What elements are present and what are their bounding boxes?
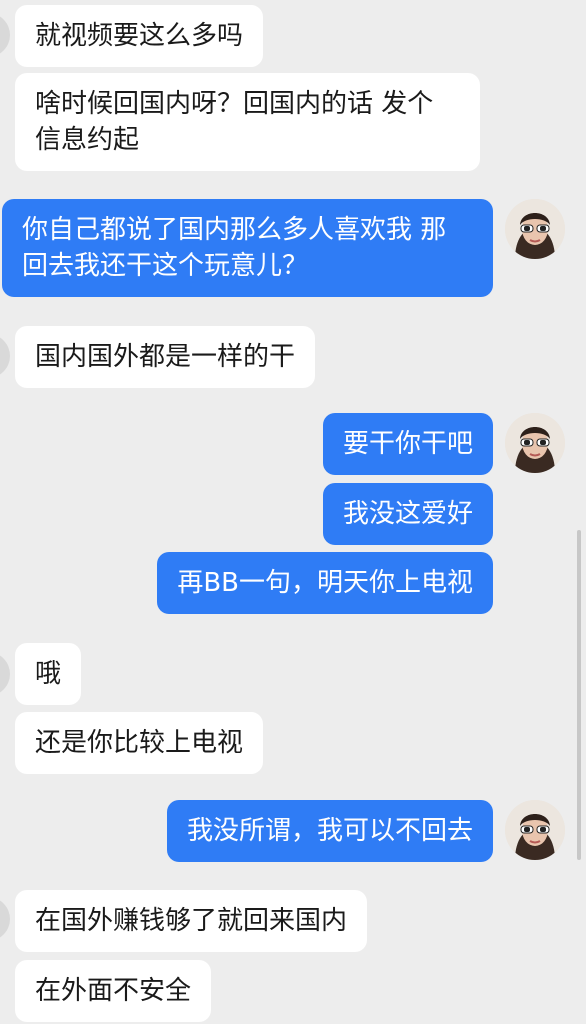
outgoing-message[interactable]: 再BB一句，明天你上电视 [157,552,493,614]
outgoing-message[interactable]: 你自己都说了国内那么多人喜欢我 那 回去我还干这个玩意儿？ [2,199,493,297]
incoming-message[interactable]: 在外面不安全 [15,960,212,1022]
incoming-message[interactable]: 在国外赚钱够了就回来国内 [15,890,368,952]
contact-avatar-icon[interactable] [0,897,10,941]
outgoing-message[interactable]: 我没所谓，我可以不回去 [166,800,493,862]
avatar-image [505,413,565,473]
incoming-message[interactable]: 还是你比较上电视 [15,712,264,774]
avatar-woman-sunglasses-icon[interactable] [505,800,565,860]
avatar-image [505,800,565,860]
outgoing-message[interactable]: 我没这爱好 [322,483,493,545]
contact-avatar-icon[interactable] [0,334,10,378]
incoming-message[interactable]: 啥时候回国内呀？回国内的话 发个 信息约起 [15,73,480,171]
contact-avatar-icon[interactable] [0,13,10,57]
incoming-message[interactable]: 哦 [15,643,82,705]
incoming-message[interactable]: 就视频要这么多吗 [15,5,264,67]
contact-avatar-icon[interactable] [0,652,10,696]
avatar-image [505,199,565,259]
avatar-woman-sunglasses-icon[interactable] [505,413,565,473]
chat-message-list[interactable]: 就视频要这么多吗 啥时候回国内呀？回国内的话 发个 信息约起 你自己都说了国内那… [0,0,586,1024]
outgoing-message[interactable]: 要干你干吧 [322,413,493,475]
scrollbar[interactable] [577,530,581,860]
avatar-woman-sunglasses-icon[interactable] [505,199,565,259]
incoming-message[interactable]: 国内国外都是一样的干 [15,326,316,388]
